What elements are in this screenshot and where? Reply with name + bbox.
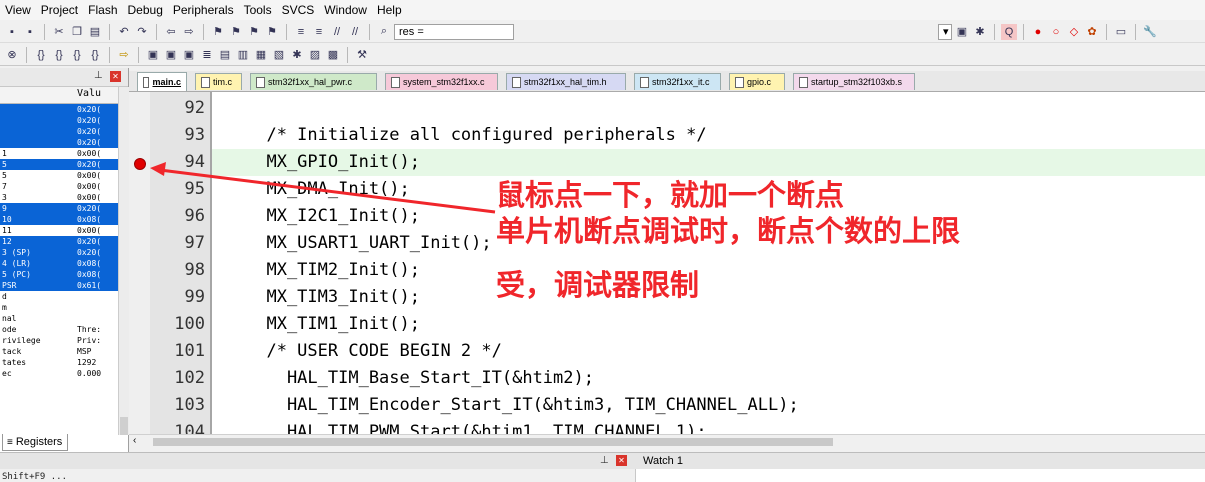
watch-panel[interactable] [635,469,1205,482]
editor-hscrollbar[interactable]: ‹ [129,434,1205,449]
watch-panel-titlebar: Watch 1 [635,453,1205,469]
pin-icon[interactable]: ⊥ [600,455,609,466]
close-icon[interactable]: ✕ [616,455,627,466]
annotation-line-3: 受，调试器限制 [496,268,700,302]
annotation-line-2: 单片机断点调试时，断点个数的上限 [496,214,961,248]
scroll-left-icon[interactable]: ‹ [133,435,136,446]
bottom-panels: ⊥ ✕ Shift+F9 ... Watch 1 [0,452,1205,482]
scroll-thumb[interactable] [153,438,833,446]
watch-title: Watch 1 [643,455,683,467]
command-panel-titlebar: ⊥ ✕ [0,453,636,469]
